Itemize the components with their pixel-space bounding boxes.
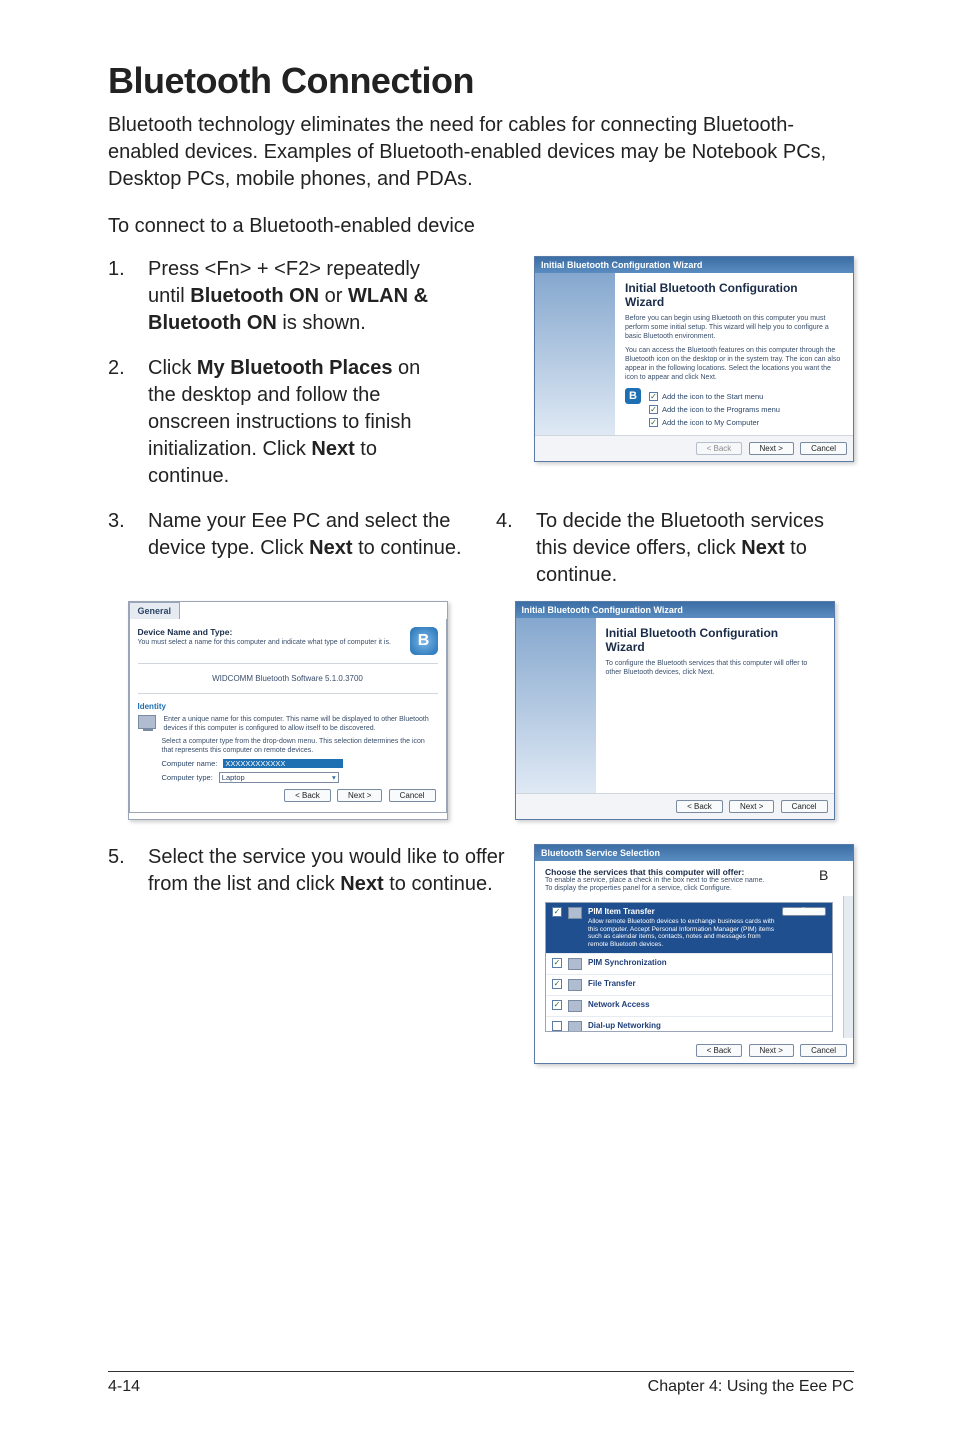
computer-name-field: Computer name: XXXXXXXXXXXX xyxy=(162,759,438,768)
bluetooth-icon: B xyxy=(819,867,843,891)
cancel-button[interactable]: Cancel xyxy=(389,789,436,802)
wizard-side-image xyxy=(535,273,615,435)
step-3: 3. Name your Eee PC and select the devic… xyxy=(108,508,466,589)
next-button[interactable]: Next > xyxy=(749,1044,794,1057)
device-name-type-heading: Device Name and Type: xyxy=(138,627,391,637)
page-title: Bluetooth Connection xyxy=(108,60,854,102)
tab-general[interactable]: General xyxy=(129,602,181,619)
service-item-pim-item-transfer[interactable]: ✓ PIM Item Transfer Allow remote Bluetoo… xyxy=(546,903,832,954)
step-4: 4. To decide the Bluetooth services this… xyxy=(496,508,854,589)
computer-type-field: Computer type: Laptop▾ xyxy=(162,772,438,783)
checkbox[interactable]: ✓ xyxy=(552,979,562,989)
service-item-network-access[interactable]: ✓Network Access xyxy=(546,996,832,1017)
cancel-button[interactable]: Cancel xyxy=(781,800,828,813)
wizard-side-image xyxy=(516,618,596,793)
subheading: To connect to a Bluetooth-enabled device xyxy=(108,215,854,238)
step-1-num: 1. xyxy=(108,256,148,337)
dialog-title: Bluetooth Service Selection xyxy=(535,845,853,861)
service-icon xyxy=(568,1021,582,1032)
wizard-heading: Initial Bluetooth ConfigurationWizard xyxy=(625,281,843,309)
dialog-title: Initial Bluetooth Configuration Wizard xyxy=(516,602,834,618)
chevron-down-icon: ▾ xyxy=(332,773,336,782)
dialog-title: Initial Bluetooth Configuration Wizard xyxy=(535,257,853,273)
step-5: 5. Select the service you would like to … xyxy=(108,844,506,898)
identity-desc-1: Enter a unique name for this computer. T… xyxy=(164,715,438,733)
back-button[interactable]: < Back xyxy=(696,1044,743,1057)
configure-button[interactable]: Configure xyxy=(782,907,826,916)
service-item-file-transfer[interactable]: ✓File Transfer xyxy=(546,975,832,996)
software-version: WIDCOMM Bluetooth Software 5.1.0.3700 xyxy=(138,663,438,694)
intro-text: Bluetooth technology eliminates the need… xyxy=(108,112,854,193)
service-sub2: To display the properties panel for a se… xyxy=(545,885,811,893)
wizard-text: To configure the Bluetooth services that… xyxy=(606,660,824,678)
wizard-text-2: You can access the Bluetooth features on… xyxy=(625,347,843,382)
wizard-initial-config-2: Initial Bluetooth Configuration Wizard I… xyxy=(515,601,835,820)
back-button[interactable]: < Back xyxy=(676,800,723,813)
service-item-pim-sync[interactable]: ✓PIM Synchronization xyxy=(546,954,832,975)
step-2-num: 2. xyxy=(108,355,148,490)
back-button[interactable]: < Back xyxy=(284,789,331,802)
step-1-text: Press <Fn> + <F2> repeatedly until Bluet… xyxy=(148,256,438,337)
back-button: < Back xyxy=(696,442,743,455)
bluetooth-icon: B xyxy=(410,627,438,655)
checkbox-start-menu[interactable]: ✓Add the icon to the Start menu xyxy=(649,392,843,401)
next-button[interactable]: Next > xyxy=(749,442,794,455)
checkbox-my-computer[interactable]: ✓Add the icon to My Computer xyxy=(649,418,843,427)
service-icon xyxy=(568,907,582,919)
computer-icon xyxy=(138,715,156,729)
identity-label: Identity xyxy=(138,702,438,711)
computer-type-select[interactable]: Laptop▾ xyxy=(219,772,339,783)
cancel-button[interactable]: Cancel xyxy=(800,1044,847,1057)
service-icon xyxy=(568,1000,582,1012)
next-button[interactable]: Next > xyxy=(729,800,774,813)
service-item-dial-up[interactable]: Dial-up Networking xyxy=(546,1017,832,1032)
step-1: 1. Press <Fn> + <F2> repeatedly until Bl… xyxy=(108,256,438,337)
page-number: 4-14 xyxy=(108,1378,140,1396)
scrollbar[interactable] xyxy=(843,896,853,1038)
wizard-device-name-type: General Device Name and Type: You must s… xyxy=(128,601,448,820)
service-sub1: To enable a service, place a check in th… xyxy=(545,877,811,885)
bluetooth-icon: B xyxy=(625,388,641,404)
next-button[interactable]: Next > xyxy=(337,789,382,802)
wizard-heading: Initial Bluetooth ConfigurationWizard xyxy=(606,626,824,654)
identity-desc-2: Select a computer type from the drop-dow… xyxy=(162,737,438,755)
service-icon xyxy=(568,958,582,970)
service-list[interactable]: ✓ PIM Item Transfer Allow remote Bluetoo… xyxy=(545,902,833,1032)
checkbox[interactable]: ✓ xyxy=(552,907,562,917)
device-name-type-sub: You must select a name for this computer… xyxy=(138,639,391,646)
checkbox-programs-menu[interactable]: ✓Add the icon to the Programs menu xyxy=(649,405,843,414)
step-2-text: Click My Bluetooth Places on the desktop… xyxy=(148,355,438,490)
chapter-label: Chapter 4: Using the Eee PC xyxy=(648,1378,854,1396)
wizard-initial-config-1: Initial Bluetooth Configuration Wizard I… xyxy=(534,256,854,462)
wizard-service-selection: Bluetooth Service Selection Choose the s… xyxy=(534,844,854,1064)
service-heading: Choose the services that this computer w… xyxy=(545,867,811,877)
cancel-button[interactable]: Cancel xyxy=(800,442,847,455)
checkbox[interactable]: ✓ xyxy=(552,958,562,968)
service-icon xyxy=(568,979,582,991)
wizard-text-1: Before you can begin using Bluetooth on … xyxy=(625,315,843,341)
checkbox[interactable]: ✓ xyxy=(552,1000,562,1010)
checkbox[interactable] xyxy=(552,1021,562,1031)
step-2: 2. Click My Bluetooth Places on the desk… xyxy=(108,355,438,490)
computer-name-input[interactable]: XXXXXXXXXXXX xyxy=(223,759,343,768)
